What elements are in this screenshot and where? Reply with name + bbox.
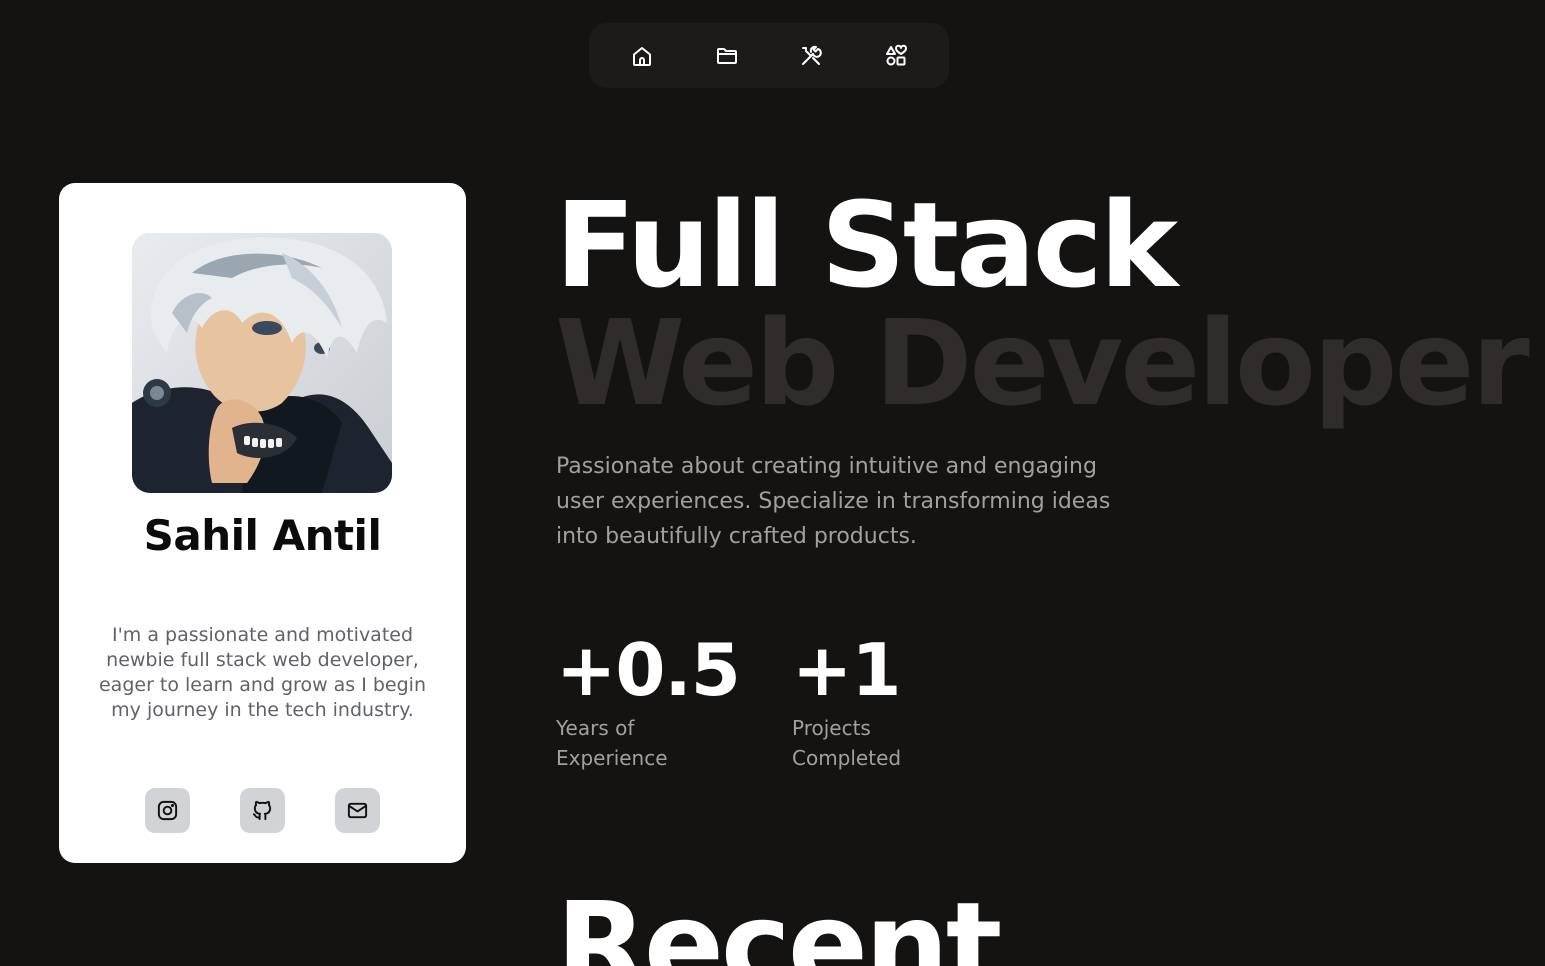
instagram-icon — [157, 800, 178, 821]
social-links — [145, 788, 380, 833]
nav-home-button[interactable] — [629, 43, 655, 69]
hero-title-line1: Full Stack — [555, 176, 1178, 314]
stat-label: Projects Completed — [792, 713, 952, 773]
nav-tools-button[interactable] — [798, 43, 824, 69]
home-icon — [633, 46, 651, 66]
stat-label-line1: Projects — [792, 716, 871, 740]
stat-experience: +0.5 Years of Experience — [556, 630, 746, 773]
nav-shapes-button[interactable] — [883, 43, 909, 69]
hero-description: Passionate about creating intuitive and … — [556, 454, 1111, 549]
profile-name: Sahil Antil — [143, 511, 382, 560]
stat-label-line2: Completed — [792, 746, 902, 770]
folder-icon — [716, 47, 737, 64]
github-button[interactable] — [240, 788, 285, 833]
mail-icon — [347, 802, 368, 819]
avatar-illustration — [132, 233, 392, 493]
profile-bio: I'm a passionate and motivated newbie fu… — [98, 624, 427, 721]
tools-icon — [802, 45, 823, 65]
avatar — [132, 233, 392, 493]
portfolio-page: Sahil Antil I'm a passionate and motivat… — [0, 0, 1545, 966]
stat-label: Years of Experience — [556, 713, 746, 773]
hero-title-line2: Web Developer — [555, 294, 1530, 432]
shapes-icon — [885, 44, 907, 65]
recent-heading: Recent — [556, 876, 1002, 966]
stat-projects: +1 Projects Completed — [792, 630, 952, 773]
stat-value: +0.5 — [556, 628, 741, 712]
instagram-button[interactable] — [145, 788, 190, 833]
email-button[interactable] — [335, 788, 380, 833]
stat-label-line1: Years of — [556, 716, 635, 740]
github-icon — [252, 800, 272, 821]
stat-value: +1 — [792, 628, 901, 712]
stat-label-line2: Experience — [556, 746, 668, 770]
top-nav — [589, 23, 949, 88]
nav-projects-button[interactable] — [714, 43, 740, 69]
profile-card: Sahil Antil I'm a passionate and motivat… — [59, 183, 466, 863]
